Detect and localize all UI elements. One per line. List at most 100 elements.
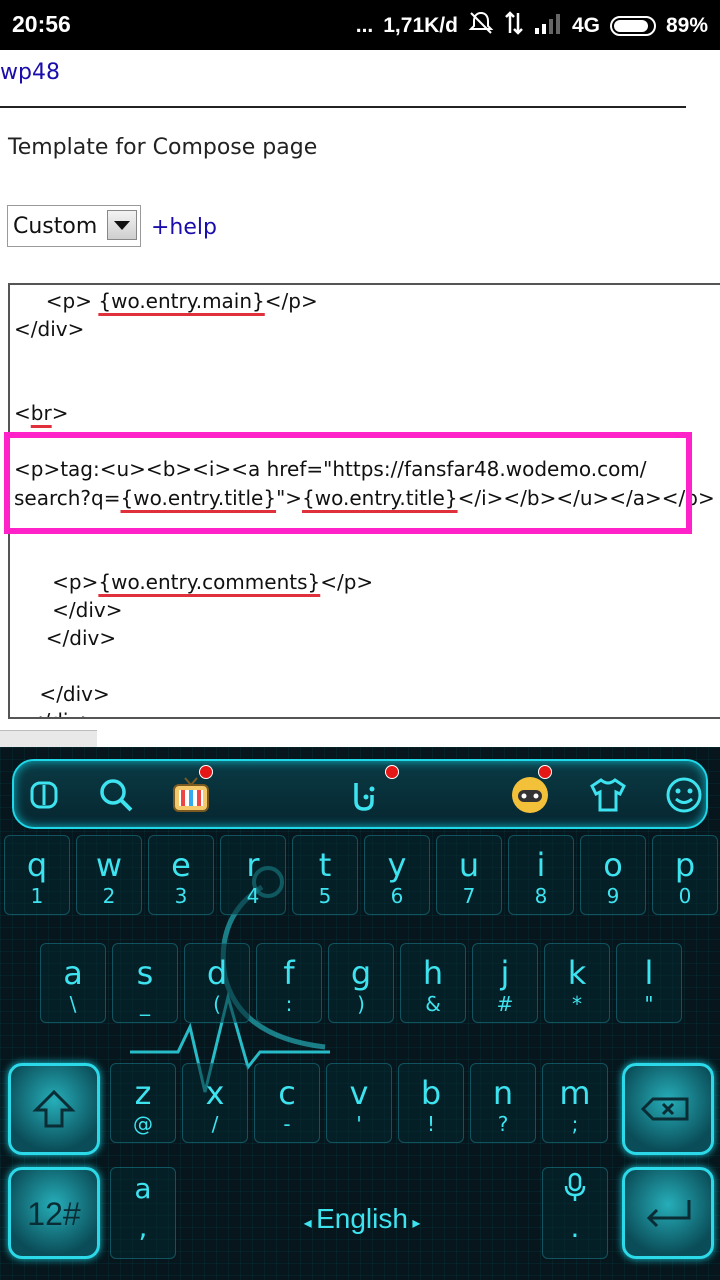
highlight-annotation [4,432,692,534]
key-alt-label: & [425,992,441,1016]
key-label: x [205,1074,225,1112]
key-alt-label: 2 [102,884,116,908]
key-s[interactable]: s _ [112,943,178,1023]
key-m[interactable]: m; [542,1063,608,1143]
key-label: a [63,954,83,992]
symbols-key-label: 12# [27,1196,81,1232]
language-switcher[interactable]: ◂ English ▸ [182,1203,542,1235]
status-indicators: ... 1,71K/d 4G 89% [356,11,708,41]
symbols-key[interactable]: 12# [8,1167,100,1259]
key-o[interactable]: o9 [580,835,646,915]
key-alt-label: ; [571,1112,579,1136]
key-n[interactable]: n? [470,1063,536,1143]
submit-button-stub[interactable] [0,730,97,747]
key-label: q [26,846,48,884]
key-x[interactable]: x / [182,1063,248,1143]
key-label: b [420,1074,442,1112]
key-label: g [350,954,372,992]
key-label: s [136,954,154,992]
key-label: k [567,954,587,992]
key-p[interactable]: p0 [652,835,718,915]
data-arrows-icon [504,11,524,41]
network-type: 4G [571,14,600,37]
key-f[interactable]: f: [256,943,322,1023]
chevron-down-icon[interactable] [107,210,137,240]
key-label: o [603,846,623,884]
key-alt-label: / [211,1112,219,1136]
divider [0,106,686,108]
key-h[interactable]: h & [400,943,466,1023]
key-a[interactable]: a \ [40,943,106,1023]
key-alt-label: " [644,992,654,1016]
shift-key[interactable] [8,1063,100,1155]
signal-icon [534,12,562,40]
key-label: j [500,954,510,992]
code-line: <p>{wo.entry.comments}</p> [14,570,374,594]
key-z[interactable]: z @ [110,1063,176,1143]
enter-key[interactable] [622,1167,714,1259]
key-label: y [387,846,407,884]
key-alt-label: ! [426,1112,436,1136]
key-label: l [644,954,654,992]
wp48-link[interactable]: wp48 [0,60,60,85]
key-y[interactable]: y6 [364,835,430,915]
template-select-value: Custom [13,214,98,239]
backspace-key[interactable] [622,1063,714,1155]
help-link[interactable]: +help [151,215,217,240]
key-alt-label: \ [69,992,77,1016]
code-line: </div> [14,317,85,341]
key-label: f [283,954,295,992]
status-dots: ... [355,14,374,37]
key-label: m [559,1074,591,1112]
key-j[interactable]: j # [472,943,538,1023]
key-k[interactable]: k * [544,943,610,1023]
key-alt-label: : [285,992,293,1016]
mic-icon[interactable] [543,1172,607,1206]
template-label: Template for Compose page [8,135,318,160]
key-c[interactable]: c- [254,1063,320,1143]
space-key[interactable]: ◂ English ▸ [182,1167,542,1259]
key-u[interactable]: u7 [436,835,502,915]
key-alt-label: _ [140,992,150,1016]
key-q[interactable]: q1 [4,835,70,915]
web-page: wp48 Template for Compose page Custom +h… [0,50,720,747]
key-g[interactable]: g) [328,943,394,1023]
comma-key[interactable]: a , [110,1167,176,1259]
key-alt-label: * [572,992,582,1016]
key-label: e [171,846,191,884]
key-t[interactable]: t5 [292,835,358,915]
period-key-label: . [570,1211,580,1244]
key-alt-label: 5 [318,884,332,908]
key-r[interactable]: r4 [220,835,286,915]
chevron-left-icon: ◂ [303,1215,317,1232]
comma-key-label: , [138,1211,148,1244]
key-b[interactable]: b! [398,1063,464,1143]
key-alt-label: ? [497,1112,509,1136]
shift-arrow-icon [32,1089,76,1128]
key-d[interactable]: d( [184,943,250,1023]
code-line: <p> {wo.entry.main}</p> [14,289,318,313]
key-label: i [536,846,546,884]
code-line: </div> [14,598,123,622]
key-i[interactable]: i8 [508,835,574,915]
key-label: z [134,1074,152,1112]
key-label: v [349,1074,369,1112]
key-label: r [246,846,260,884]
key-alt-label: @ [133,1112,153,1136]
battery-icon [609,16,656,36]
key-w[interactable]: w2 [76,835,142,915]
code-line: </div> [14,626,117,650]
key-l[interactable]: l " [616,943,682,1023]
keyboard: q1w2e3r4t5y6u7i8o9p0 a \ s _ d(f: g) h & j # k * l " … [0,747,720,1280]
template-select[interactable]: Custom [7,205,141,247]
status-bar: 20:56 ... 1,71K/d 4G 89% [0,0,720,50]
key-v[interactable]: v ' [326,1063,392,1143]
period-key[interactable]: . [542,1167,608,1259]
key-e[interactable]: e3 [148,835,214,915]
key-label: u [458,846,480,884]
key-label: d [206,954,228,992]
key-alt-label: 1 [30,884,44,908]
key-alt-label: 8 [534,884,548,908]
code-line: <br> [14,401,69,425]
key-alt-label: 3 [174,884,188,908]
